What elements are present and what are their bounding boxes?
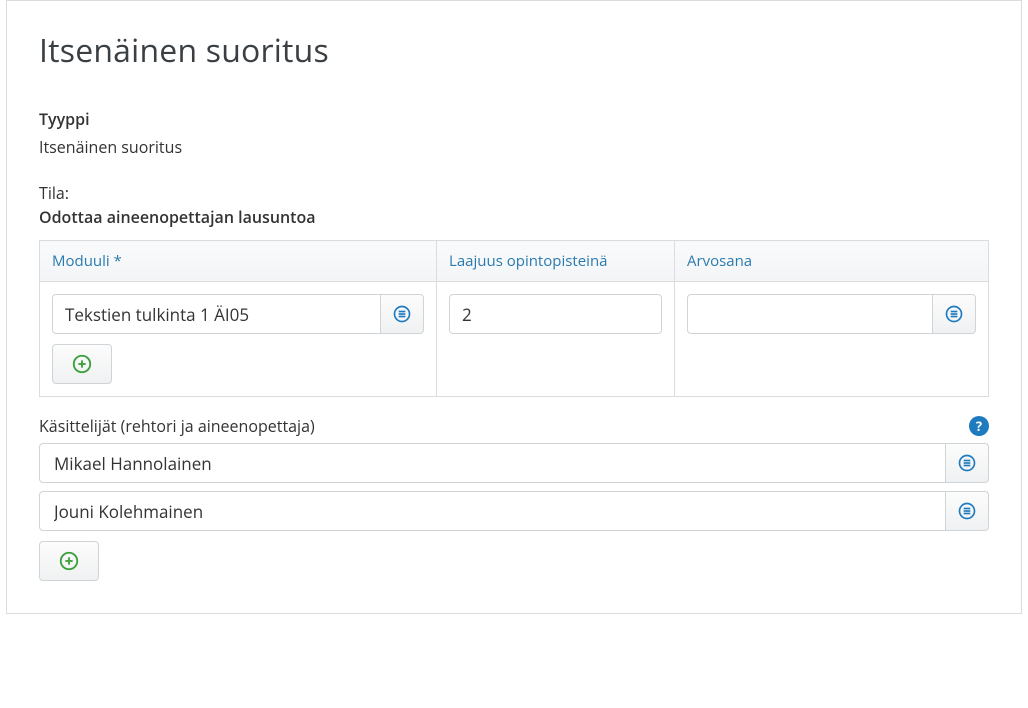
handler-input[interactable] [39, 443, 945, 483]
handler-picker-button[interactable] [945, 491, 989, 531]
col-header-module[interactable]: Moduuli * [40, 241, 437, 282]
plus-icon [71, 353, 93, 375]
list-icon [944, 304, 964, 324]
status-label: Tila: [39, 182, 989, 204]
credits-input[interactable] [449, 294, 662, 334]
type-value: Itsenäinen suoritus [39, 136, 989, 158]
add-handler-button[interactable] [39, 541, 99, 581]
type-label: Tyyppi [39, 108, 989, 130]
handler-row [39, 443, 989, 483]
handler-picker-button[interactable] [945, 443, 989, 483]
form-card: Itsenäinen suoritus Tyyppi Itsenäinen su… [6, 0, 1022, 614]
module-input[interactable] [52, 294, 380, 334]
plus-icon [58, 550, 80, 572]
status-value: Odottaa aineenopettajan lausuntoa [39, 206, 989, 228]
grade-picker-button[interactable] [932, 294, 976, 334]
type-block: Tyyppi Itsenäinen suoritus [39, 108, 989, 158]
handler-row [39, 491, 989, 531]
col-header-grade[interactable]: Arvosana [674, 241, 988, 282]
list-icon [957, 501, 977, 521]
handlers-label: Käsittelijät (rehtori ja aineenopettaja) [39, 415, 315, 437]
page-title: Itsenäinen suoritus [39, 29, 989, 72]
help-icon[interactable]: ? [969, 416, 989, 436]
table-row [40, 282, 989, 397]
list-icon [957, 453, 977, 473]
module-picker-button[interactable] [380, 294, 424, 334]
list-icon [392, 304, 412, 324]
status-block: Tila: Odottaa aineenopettajan lausuntoa [39, 182, 989, 228]
handler-input[interactable] [39, 491, 945, 531]
grade-input[interactable] [687, 294, 932, 334]
col-header-credits[interactable]: Laajuus opintopisteinä [437, 241, 675, 282]
add-module-button[interactable] [52, 344, 112, 384]
handlers-block: Käsittelijät (rehtori ja aineenopettaja)… [39, 415, 989, 581]
modules-table: Moduuli * Laajuus opintopisteinä Arvosan… [39, 240, 989, 397]
